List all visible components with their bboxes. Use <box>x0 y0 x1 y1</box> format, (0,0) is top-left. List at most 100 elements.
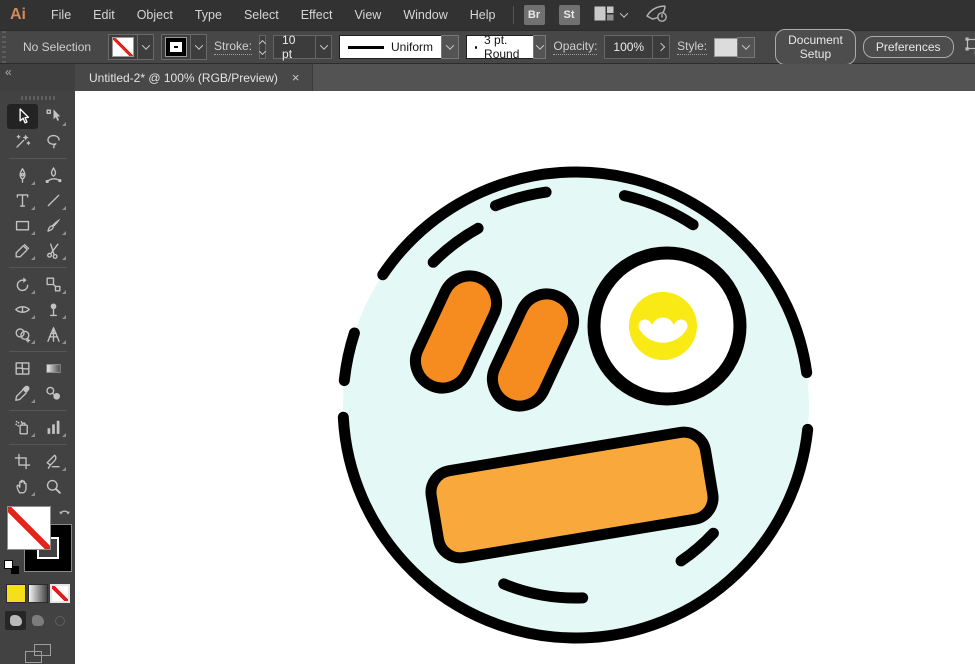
uniform-profile-icon <box>348 46 384 49</box>
variable-width-profile-select[interactable]: Uniform <box>339 35 442 59</box>
gradient-button[interactable] <box>28 584 48 603</box>
selection-tool[interactable] <box>7 104 38 129</box>
menu-file[interactable]: File <box>40 8 82 22</box>
pen-tool[interactable] <box>7 163 38 188</box>
direct-selection-tool[interactable] <box>38 104 69 129</box>
lasso-tool[interactable] <box>38 129 69 154</box>
stepper-up-icon[interactable] <box>259 39 266 46</box>
screen-mode-icon[interactable] <box>25 644 51 663</box>
perspective-grid-tool[interactable] <box>38 322 69 347</box>
chevron-down-icon <box>141 41 149 49</box>
opacity-field[interactable]: 100% <box>604 35 670 59</box>
zoom-tool[interactable] <box>38 474 69 499</box>
chevron-down-icon <box>536 41 544 49</box>
control-panel-bar: No Selection Stroke: 10 pt Uniform <box>0 30 975 64</box>
collapse-double-chevron-icon: « <box>5 65 12 79</box>
symbol-sprayer-tool[interactable] <box>7 415 38 440</box>
line-segment-tool[interactable] <box>38 188 69 213</box>
brush-definition-select[interactable]: 3 pt. Round <box>466 35 534 59</box>
puppet-warp-tool[interactable] <box>38 297 69 322</box>
toolbar-grip[interactable] <box>21 96 55 100</box>
stroke-black-swatch-icon[interactable] <box>165 37 187 57</box>
curvature-tool[interactable] <box>38 163 69 188</box>
stroke-weight-field[interactable]: 10 pt <box>273 35 332 59</box>
type-tool[interactable] <box>7 188 38 213</box>
draw-normal-icon <box>10 615 22 626</box>
fill-dropdown[interactable] <box>137 35 153 59</box>
fried-egg[interactable] <box>594 253 740 399</box>
workspace-switcher[interactable] <box>594 6 627 24</box>
menu-effect[interactable]: Effect <box>290 8 344 22</box>
column-graph-tool[interactable] <box>38 415 69 440</box>
panel-grip[interactable] <box>0 31 8 63</box>
style-label[interactable]: Style: <box>677 39 707 55</box>
stroke-weight-dropdown[interactable] <box>315 36 331 58</box>
gradient-tool[interactable] <box>38 356 69 381</box>
scissors-tool[interactable] <box>38 238 69 263</box>
color-button[interactable] <box>6 584 26 603</box>
shaper-tool[interactable] <box>7 238 38 263</box>
shape-builder-tool[interactable] <box>7 322 38 347</box>
style-swatch[interactable] <box>714 38 738 57</box>
opacity-value[interactable]: 100% <box>605 40 652 54</box>
rotate-tool[interactable] <box>7 272 38 297</box>
menu-select[interactable]: Select <box>233 8 290 22</box>
toolbar-collapse-button[interactable]: « <box>0 64 75 91</box>
stepper-down-icon[interactable] <box>259 47 266 54</box>
document-tab[interactable]: Untitled-2* @ 100% (RGB/Preview) × <box>75 64 313 91</box>
menu-type[interactable]: Type <box>184 8 233 22</box>
blend-tool[interactable] <box>38 381 69 406</box>
paintbrush-tool[interactable] <box>38 213 69 238</box>
none-button[interactable] <box>50 584 70 603</box>
select-similar-control[interactable] <box>965 37 975 58</box>
eyedropper-tool[interactable] <box>7 381 38 406</box>
menu-object[interactable]: Object <box>126 8 184 22</box>
document-setup-button[interactable]: Document Setup <box>775 29 856 65</box>
fill-none-swatch-icon[interactable] <box>112 37 134 57</box>
illustrator-window: Ai FileEditObjectTypeSelectEffectViewWin… <box>0 0 975 664</box>
stroke-dropdown[interactable] <box>190 35 206 59</box>
draw-behind-icon <box>32 615 44 626</box>
gpu-performance-button[interactable] <box>645 4 669 26</box>
yolk-highlight-bump <box>652 318 675 341</box>
brush-dropdown[interactable] <box>533 35 546 59</box>
bridge-button[interactable]: Br <box>524 5 545 25</box>
chevron-right-icon <box>657 43 665 51</box>
document-tab-bar: Untitled-2* @ 100% (RGB/Preview) × <box>75 64 975 91</box>
hand-tool[interactable] <box>7 474 38 499</box>
tab-close-icon[interactable]: × <box>292 71 300 84</box>
app-logo: Ai <box>0 6 40 24</box>
preferences-button[interactable]: Preferences <box>863 36 954 58</box>
default-fill-stroke-icon[interactable] <box>4 560 19 574</box>
profile-dropdown[interactable] <box>441 35 459 59</box>
artboard-tool[interactable] <box>7 449 38 474</box>
opacity-label[interactable]: Opacity: <box>553 39 597 55</box>
fill-color-proxy[interactable] <box>7 506 51 550</box>
style-dropdown[interactable] <box>737 37 755 58</box>
menu-window[interactable]: Window <box>392 8 458 22</box>
rectangle-tool[interactable] <box>7 213 38 238</box>
slice-tool[interactable] <box>38 449 69 474</box>
scale-tool[interactable] <box>38 272 69 297</box>
menu-edit[interactable]: Edit <box>82 8 126 22</box>
opacity-expand[interactable] <box>652 36 669 58</box>
tab-row: « Untitled-2* @ 100% (RGB/Preview) × <box>0 64 975 91</box>
toolbar-divider <box>9 267 67 268</box>
drawing-mode-buttons <box>5 611 70 630</box>
stroke-label[interactable]: Stroke: <box>214 39 252 55</box>
stock-button[interactable]: St <box>559 5 580 25</box>
canvas[interactable] <box>75 91 975 664</box>
fill-color-control[interactable] <box>108 34 154 60</box>
mesh-tool[interactable] <box>7 356 38 381</box>
draw-inside-button[interactable] <box>49 611 70 630</box>
draw-behind-button[interactable] <box>27 611 48 630</box>
stroke-weight-stepper[interactable] <box>259 35 266 59</box>
swap-fill-stroke-icon[interactable] <box>58 507 71 525</box>
stroke-weight-value[interactable]: 10 pt <box>274 33 315 61</box>
menu-view[interactable]: View <box>343 8 392 22</box>
magic-wand-tool[interactable] <box>7 129 38 154</box>
draw-normal-button[interactable] <box>5 611 26 630</box>
width-tool[interactable] <box>7 297 38 322</box>
menu-help[interactable]: Help <box>459 8 507 22</box>
stroke-color-control[interactable] <box>161 34 207 60</box>
